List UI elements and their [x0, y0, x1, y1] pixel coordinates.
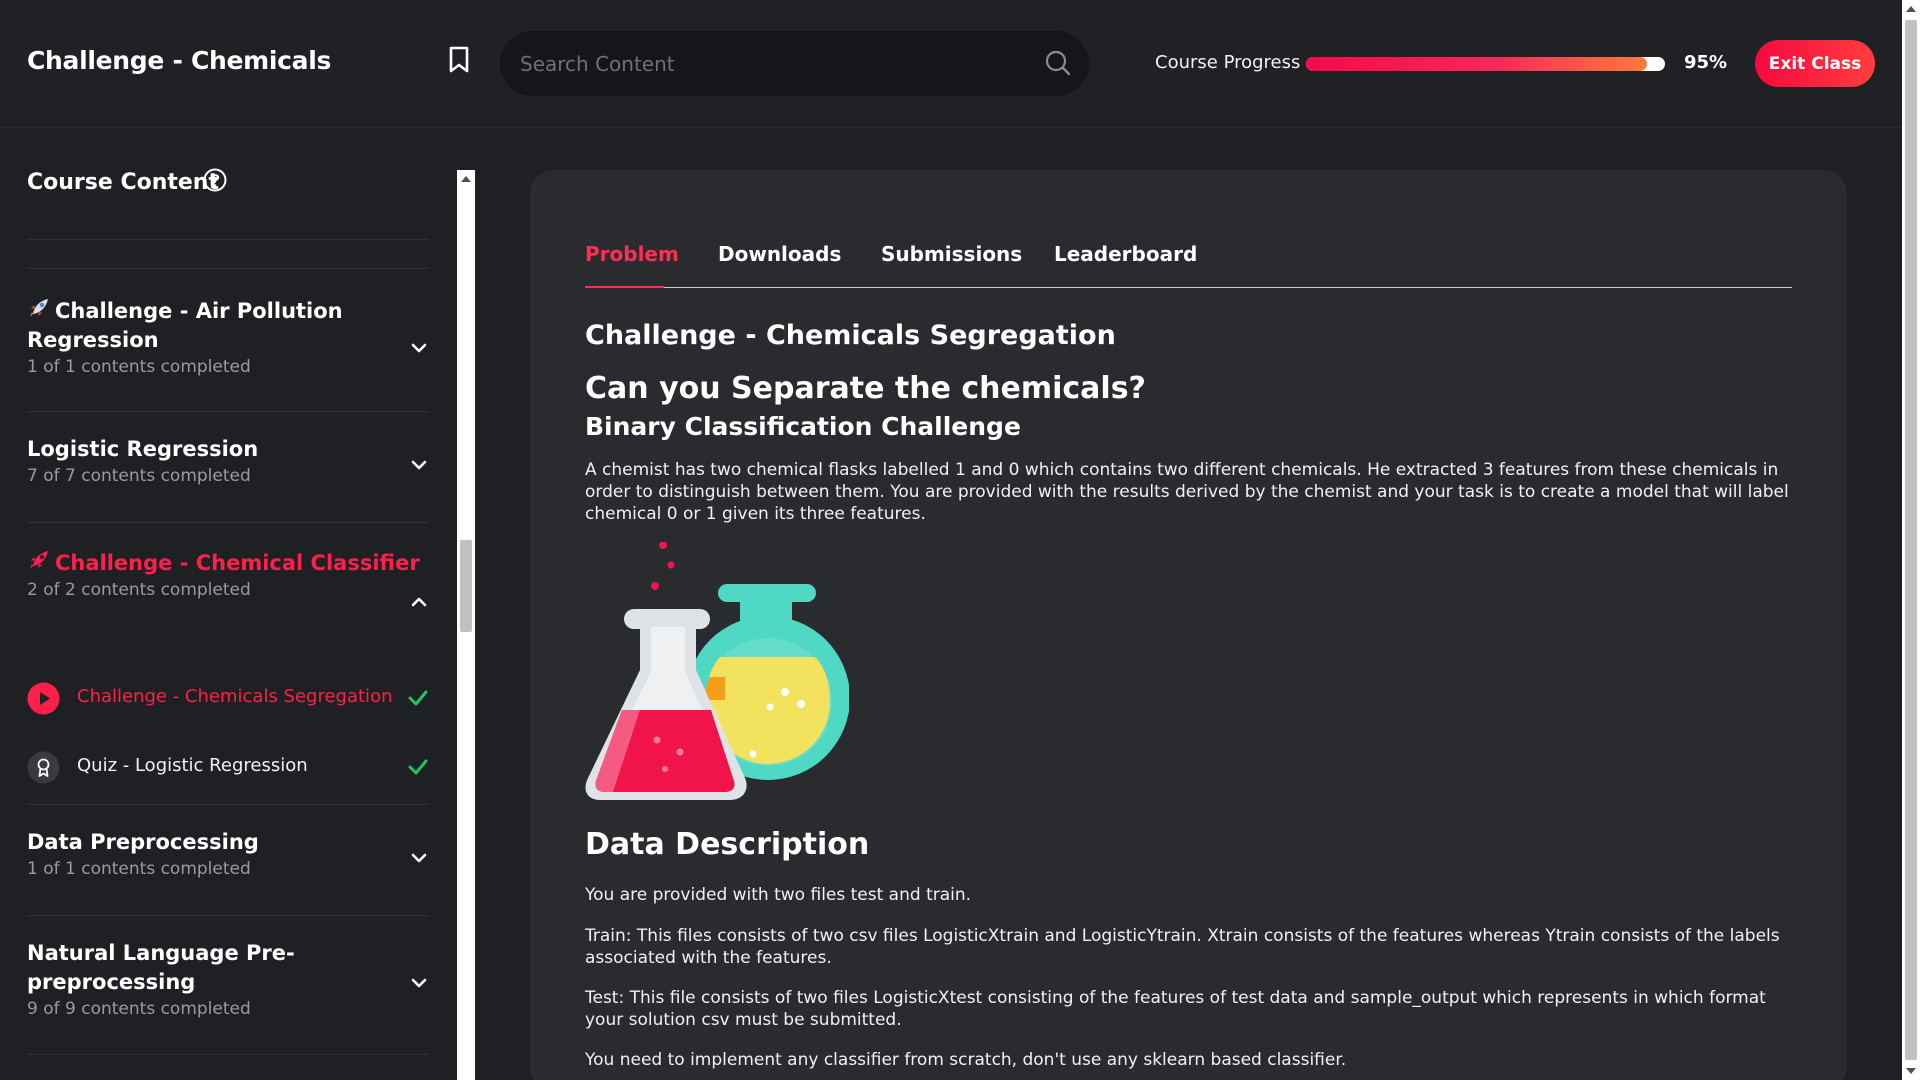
help-icon[interactable]: [203, 168, 227, 192]
problem-heading: Can you Separate the chemicals?: [585, 371, 1146, 406]
search-icon[interactable]: [1044, 49, 1072, 77]
chevron-up-icon[interactable]: [409, 592, 429, 612]
tab-leaderboard[interactable]: Leaderboard: [1054, 242, 1197, 266]
section-progress: 1 of 1 contents completed: [27, 357, 251, 377]
search-bar: [500, 31, 1089, 96]
chevron-down-icon[interactable]: [409, 338, 429, 358]
section-title: Natural Language Pre-preprocessing: [27, 941, 295, 994]
course-progress-percent: 95%: [1684, 52, 1728, 73]
section-air-pollution[interactable]: Challenge - Air Pollution Regression 1 o…: [27, 296, 429, 377]
play-icon: [27, 682, 60, 715]
course-content-heading: Course Content: [27, 170, 219, 195]
data-paragraph-4: You need to implement any classifier fro…: [585, 1050, 1347, 1070]
sidebar-scroll-thumb[interactable]: [460, 540, 472, 632]
rocket-icon: [30, 551, 48, 569]
rocket-icon: [30, 299, 48, 317]
section-title: Logistic Regression: [27, 437, 259, 461]
page-scrollbar[interactable]: [1902, 0, 1920, 1080]
section-title: Challenge - Air Pollution Regression: [27, 299, 343, 352]
divider: [27, 915, 429, 916]
course-progress-label: Course Progress: [1155, 52, 1301, 73]
divider: [27, 239, 429, 240]
top-header: Challenge - Chemicals Course Progress 95…: [0, 0, 1902, 128]
lesson-title: Challenge - Chemicals Segregation: [585, 320, 1116, 351]
section-progress: 1 of 1 contents completed: [27, 859, 251, 879]
problem-subheading: Binary Classification Challenge: [585, 412, 1021, 441]
chevron-down-icon[interactable]: [409, 848, 429, 868]
course-progress-fill: [1306, 57, 1648, 71]
data-paragraph-2: Train: This files consists of two csv fi…: [585, 926, 1780, 968]
section-progress: 2 of 2 contents completed: [27, 580, 251, 600]
lesson-label: Quiz - Logistic Regression: [77, 755, 308, 776]
check-icon: [408, 690, 428, 706]
lesson-chemicals-segregation[interactable]: Challenge - Chemicals Segregation: [27, 676, 429, 720]
section-title: Data Preprocessing: [27, 830, 259, 854]
scroll-up-arrow-icon[interactable]: [461, 176, 471, 182]
award-icon: [27, 751, 60, 784]
course-progress-bar: [1306, 57, 1665, 71]
section-chemical-classifier[interactable]: Challenge - Chemical Classifier 2 of 2 c…: [27, 548, 429, 607]
chevron-down-icon[interactable]: [409, 455, 429, 475]
divider: [27, 268, 429, 269]
scroll-up-arrow-icon[interactable]: [1906, 6, 1916, 12]
scroll-down-arrow-icon[interactable]: [1906, 1068, 1916, 1074]
problem-description: A chemist has two chemical flasks labell…: [585, 460, 1789, 524]
section-title: Challenge - Chemical Classifier: [55, 551, 420, 575]
divider: [27, 411, 429, 412]
course-sidebar: Course Content Challenge - Air Pollution…: [0, 128, 460, 1080]
chemical-flasks-illustration: [585, 542, 849, 800]
page-scroll-thumb[interactable]: [1905, 20, 1917, 1060]
section-progress: 7 of 7 contents completed: [27, 466, 251, 486]
section-nlp-preprocessing[interactable]: Natural Language Pre-preprocessing 9 of …: [27, 939, 429, 1019]
exit-class-button[interactable]: Exit Class: [1755, 40, 1875, 87]
section-progress: 9 of 9 contents completed: [27, 999, 251, 1019]
divider: [27, 1054, 429, 1055]
active-tab-indicator: [585, 286, 664, 288]
section-logistic-regression[interactable]: Logistic Regression 7 of 7 contents comp…: [27, 435, 429, 486]
tab-downloads[interactable]: Downloads: [718, 242, 841, 266]
divider: [27, 804, 429, 805]
lesson-quiz-logistic-regression[interactable]: Quiz - Logistic Regression: [27, 745, 429, 789]
lesson-label: Challenge - Chemicals Segregation: [77, 686, 393, 707]
course-title: Challenge - Chemicals: [27, 46, 332, 75]
data-paragraph-1: You are provided with two files test and…: [585, 885, 972, 905]
tab-problem[interactable]: Problem: [585, 242, 679, 266]
check-icon: [408, 759, 428, 775]
chevron-down-icon[interactable]: [409, 973, 429, 993]
divider: [27, 522, 429, 523]
section-data-preprocessing[interactable]: Data Preprocessing 1 of 1 contents compl…: [27, 828, 429, 879]
bookmark-icon[interactable]: [447, 46, 471, 74]
data-description-heading: Data Description: [585, 827, 870, 862]
content-panel: Problem Downloads Submissions Leaderboar…: [530, 170, 1847, 1080]
content-tabs: Problem Downloads Submissions Leaderboar…: [585, 242, 1792, 288]
sidebar-scrollbar[interactable]: [457, 170, 475, 1080]
search-input[interactable]: [520, 31, 1020, 96]
data-paragraph-3: Test: This file consists of two files Lo…: [585, 988, 1766, 1030]
tab-submissions[interactable]: Submissions: [881, 242, 1022, 266]
